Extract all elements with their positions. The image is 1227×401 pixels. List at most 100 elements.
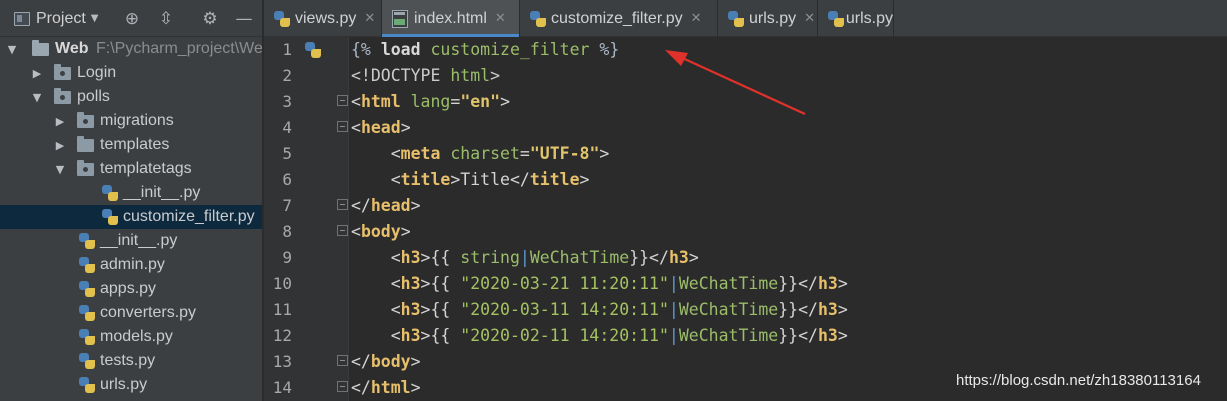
python-file-icon [304, 41, 322, 59]
tree-item-converters-py[interactable]: converters.py [0, 301, 262, 325]
tab-customize-filter-py[interactable]: customize_filter.py ✕ [520, 0, 718, 37]
tree-item-login[interactable]: ▶ Login [0, 61, 262, 85]
chevron-down-icon[interactable]: ▼ [31, 85, 43, 109]
tree-item-polls[interactable]: ▼ polls [0, 85, 262, 109]
token: charset [450, 144, 520, 163]
token: "2020-03-11 14:20:11" [460, 300, 669, 319]
line-number: 2 [282, 66, 292, 85]
code-line: </head> [351, 193, 421, 219]
tab-urls-py-2[interactable]: urls.py [818, 0, 894, 37]
tree-item-init-py[interactable]: __init__.py [0, 229, 262, 253]
tree-item-apps-py[interactable]: apps.py [0, 277, 262, 301]
close-icon[interactable]: ✕ [364, 11, 375, 26]
tab-label: index.html [414, 9, 487, 27]
tree-item-urls-py[interactable]: urls.py [0, 373, 262, 397]
python-file-icon [78, 328, 96, 346]
gear-icon[interactable]: ⚙ [199, 0, 221, 37]
tree-item-init-py[interactable]: __init__.py [0, 181, 262, 205]
token: customize_filter [430, 40, 590, 59]
token: html [370, 378, 411, 397]
tree-item-label: Login [77, 64, 117, 81]
token: > [400, 222, 411, 241]
token: | [668, 326, 679, 345]
tree-item-models-py[interactable]: models.py [0, 325, 262, 349]
python-file-icon [101, 208, 119, 226]
token: "2020-03-21 11:20:11" [460, 274, 669, 293]
hide-panel-icon[interactable]: — [233, 0, 255, 37]
tree-item-label: templatetags [100, 160, 192, 177]
close-icon[interactable]: ✕ [495, 11, 506, 26]
fold-marker-icon[interactable] [337, 225, 348, 236]
tree-item-admin-py[interactable]: admin.py [0, 253, 262, 277]
code-line: <head> [351, 115, 411, 141]
code-line: <h3>{{ "2020-03-21 11:20:11"|WeChatTime}… [351, 271, 848, 297]
token: | [519, 248, 530, 267]
python-file-icon [727, 10, 745, 28]
tree-item-migrations[interactable]: ▶ migrations [0, 109, 262, 133]
tree-item-tests-py[interactable]: tests.py [0, 349, 262, 373]
token: "en" [460, 92, 501, 111]
token: > [837, 274, 848, 293]
token: }}</ [778, 326, 818, 345]
tab-index-html[interactable]: index.html ✕ [382, 0, 520, 37]
tree-item-label: converters.py [100, 304, 197, 321]
project-icon [14, 11, 30, 26]
line-number: 3 [282, 92, 292, 111]
tab-label: views.py [295, 9, 357, 27]
tree-item-templatetags[interactable]: ▼ templatetags [0, 157, 262, 181]
token: > [579, 170, 590, 189]
token: </ [509, 170, 530, 189]
token: > [837, 300, 848, 319]
close-icon[interactable]: ✕ [691, 11, 702, 26]
code-line: <h3>{{ string|WeChatTime}}</h3> [351, 245, 699, 271]
code-line: <title>Title</title> [351, 167, 590, 193]
fold-marker-icon[interactable] [337, 121, 348, 132]
tree-item-label: customize_filter.py [123, 208, 255, 225]
token: >{{ [420, 300, 461, 319]
locate-target-icon[interactable]: ⊕ [121, 0, 143, 37]
close-icon[interactable]: ✕ [804, 11, 815, 26]
token: >{{ [420, 248, 461, 267]
collapse-all-icon[interactable]: ⇳ [155, 0, 177, 37]
token: WeChatTime [678, 326, 779, 345]
token: >{{ [420, 274, 461, 293]
token: > [410, 378, 421, 397]
chevron-right-icon[interactable]: ▶ [54, 133, 66, 157]
token: html [360, 92, 401, 111]
token: < [351, 248, 401, 267]
fold-marker-icon[interactable] [337, 355, 348, 366]
token: title [529, 170, 580, 189]
code-editor[interactable]: 1 2 3 4 5 6 7 8 9 10 11 12 13 14 {% load… [264, 37, 1227, 401]
token: < [351, 144, 401, 163]
project-view-selector[interactable]: Project ▼ [14, 0, 99, 37]
chevron-right-icon[interactable]: ▶ [54, 109, 66, 133]
tree-item-customize-filter-py[interactable]: customize_filter.py [0, 205, 262, 229]
tree-item-templates[interactable]: ▶ templates [0, 133, 262, 157]
token: h3 [817, 274, 838, 293]
chevron-down-icon[interactable]: ▼ [6, 37, 18, 61]
token: head [360, 118, 401, 137]
token: | [668, 300, 679, 319]
fold-marker-icon[interactable] [337, 95, 348, 106]
tab-views-py[interactable]: views.py ✕ [264, 0, 382, 37]
tree-item-label: urls.py [100, 376, 148, 393]
code-line: </body> [351, 349, 421, 375]
fold-marker-icon[interactable] [337, 199, 348, 210]
line-number: 8 [282, 222, 292, 241]
fold-marker-icon[interactable] [337, 381, 348, 392]
tree-item-web[interactable]: ▼ Web F:\Pycharm_project\We [0, 37, 262, 61]
token: < [351, 274, 401, 293]
chevron-down-icon[interactable]: ▼ [54, 157, 66, 181]
token: h3 [400, 300, 421, 319]
package-folder-icon [77, 112, 94, 128]
token: WeChatTime [678, 300, 779, 319]
token: Title [460, 170, 510, 189]
code-line: <meta charset="UTF-8"> [351, 141, 610, 167]
tree-item-label: admin.py [100, 256, 165, 273]
line-number: 14 [272, 378, 292, 397]
token: load [380, 40, 421, 59]
token: h3 [668, 248, 689, 267]
chevron-right-icon[interactable]: ▶ [31, 61, 43, 85]
tab-urls-py[interactable]: urls.py ✕ [718, 0, 818, 37]
